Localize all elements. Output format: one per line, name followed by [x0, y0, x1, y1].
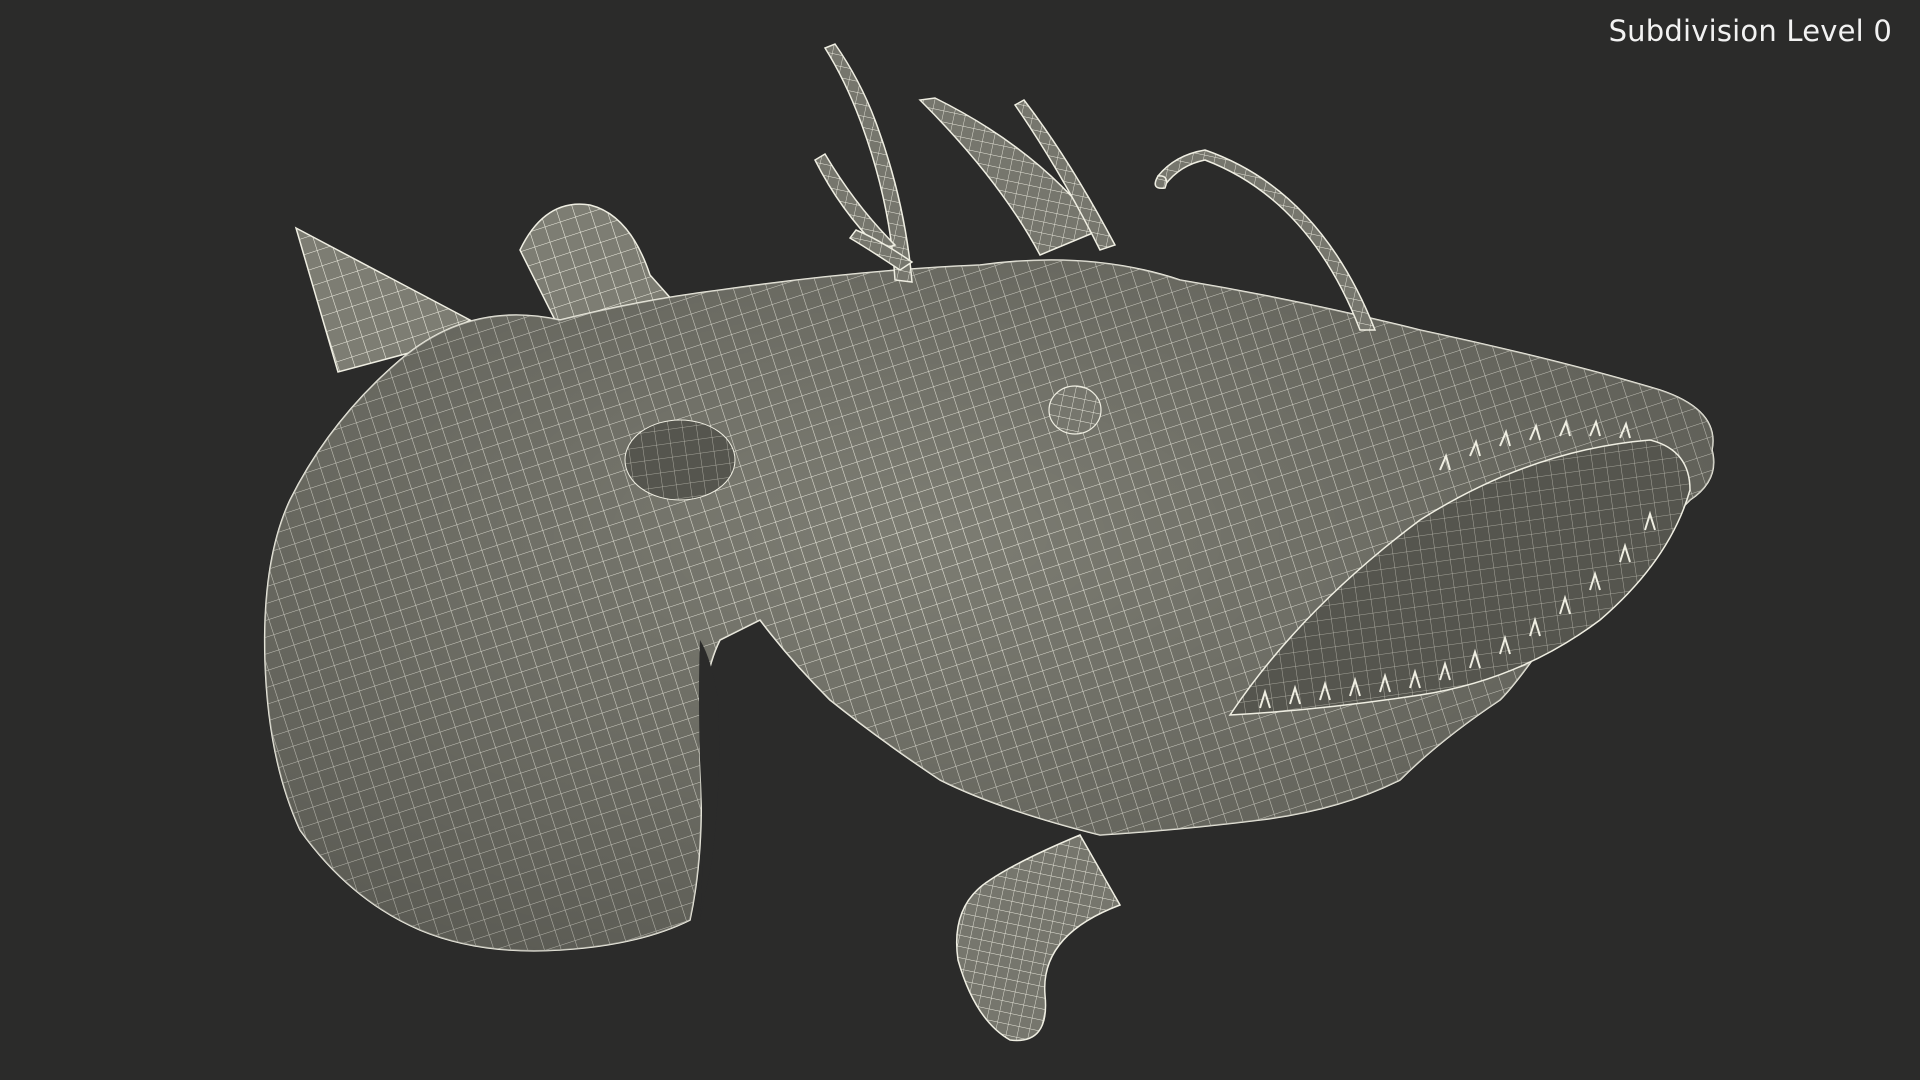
- pelvic-fin: [955, 834, 1122, 1042]
- subdivision-level-label: Subdivision Level 0: [1608, 14, 1892, 48]
- 3d-viewport[interactable]: Subdivision Level 0: [0, 0, 1920, 1080]
- anglerfish-wireframe-model: [263, 43, 1715, 1042]
